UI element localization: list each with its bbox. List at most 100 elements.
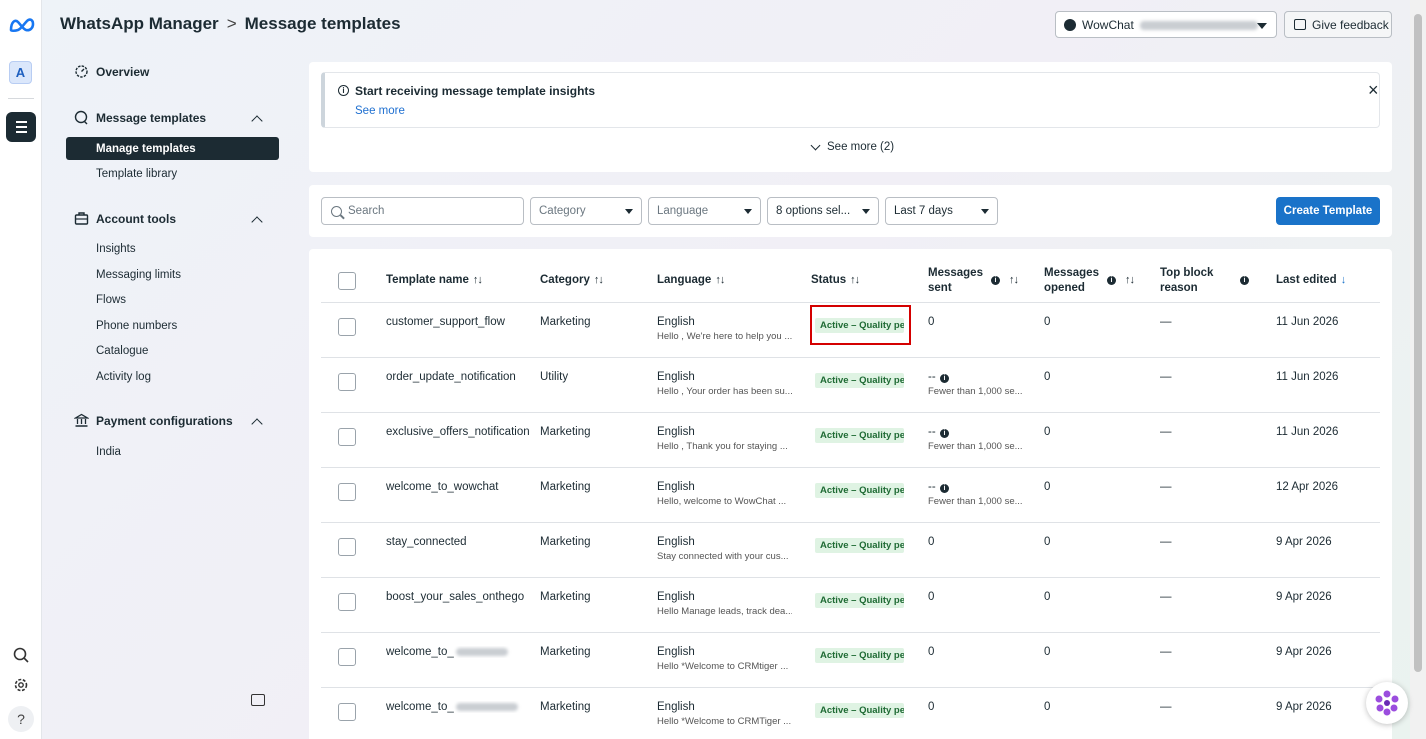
sort-icon[interactable]: ↑↓ — [1009, 274, 1019, 286]
chevron-up-icon[interactable] — [251, 418, 263, 430]
dropdown-label: Last 7 days — [894, 205, 953, 217]
sidebar-item-insights[interactable]: Insights — [96, 243, 136, 255]
menu-icon[interactable] — [6, 112, 36, 142]
block-reason-cell: — — [1160, 481, 1172, 493]
table-row[interactable]: welcome_to_ Marketing English Hello *Welcom… — [309, 688, 1392, 739]
template-preview: Stay connected with your cus... — [657, 551, 789, 562]
create-template-button[interactable]: Create Template — [1276, 197, 1380, 225]
sort-descending-icon[interactable]: ↓ — [1341, 274, 1346, 286]
template-name-link[interactable]: boost_your_sales_onthego — [386, 591, 536, 603]
collapse-sidebar-icon[interactable] — [251, 694, 265, 706]
info-icon[interactable]: i — [1240, 276, 1249, 285]
info-icon[interactable]: i — [940, 429, 949, 438]
column-status[interactable]: Status ↑↓ — [811, 273, 860, 288]
template-preview: Hello , We're here to help you ... — [657, 331, 792, 342]
search-icon[interactable] — [12, 646, 30, 664]
row-checkbox[interactable] — [338, 648, 356, 666]
last-edited-cell: 9 Apr 2026 — [1276, 701, 1332, 713]
info-icon[interactable]: i — [1107, 276, 1116, 285]
sidebar-item-phone-numbers[interactable]: Phone numbers — [96, 320, 177, 332]
template-name-link[interactable]: welcome_to_ — [386, 701, 536, 713]
sort-icon[interactable]: ↑↓ — [850, 274, 860, 286]
template-name-link[interactable]: welcome_to_ — [386, 646, 536, 658]
table-row[interactable]: welcome_to_ Marketing English Hello *Welcom… — [309, 633, 1392, 688]
column-messages-opened[interactable]: Messages opened — [1044, 266, 1099, 296]
row-checkbox[interactable] — [338, 373, 356, 391]
template-name-link[interactable]: order_update_notification — [386, 371, 536, 383]
sort-icon[interactable]: ↑↓ — [715, 274, 725, 286]
info-icon[interactable]: i — [940, 484, 949, 493]
template-preview: Hello, welcome to WowChat ... — [657, 496, 787, 507]
row-checkbox[interactable] — [338, 428, 356, 446]
account-selector[interactable]: WowChat — [1055, 11, 1277, 38]
meta-logo-icon[interactable] — [8, 16, 36, 34]
chevron-up-icon[interactable] — [251, 115, 263, 127]
sidebar-item-messaging-limits[interactable]: Messaging limits — [96, 269, 181, 281]
table-row[interactable]: exclusive_offers_notification Marketing En… — [309, 413, 1392, 468]
select-all-checkbox[interactable] — [338, 272, 356, 290]
column-last-edited[interactable]: Last edited ↓ — [1276, 273, 1346, 288]
template-preview: Hello *Welcome to CRMtiger ... — [657, 661, 789, 672]
row-checkbox[interactable] — [338, 483, 356, 501]
sidebar-item-india[interactable]: India — [96, 446, 121, 458]
template-preview: Hello Manage leads, track dea... — [657, 606, 792, 617]
column-top-block-reason[interactable]: Top block reason — [1160, 266, 1213, 296]
dashboard-icon — [75, 65, 88, 78]
sidebar-item-template-library[interactable]: Template library — [96, 168, 177, 180]
messages-opened-cell: 0 — [1044, 316, 1051, 328]
messages-sent-cell: -- — [928, 481, 936, 493]
close-icon[interactable]: × — [1368, 81, 1379, 99]
table-row[interactable]: boost_your_sales_onthego Marketing English… — [309, 578, 1392, 633]
info-icon[interactable]: i — [991, 276, 1000, 285]
chevron-down-icon — [810, 140, 821, 151]
table-row[interactable]: stay_connected Marketing English Stay conne… — [309, 523, 1392, 578]
assistant-button[interactable] — [1366, 682, 1408, 724]
template-name-link[interactable]: welcome_to_wowchat — [386, 481, 536, 493]
template-name-link[interactable]: stay_connected — [386, 536, 536, 548]
chevron-up-icon[interactable] — [251, 216, 263, 228]
category-dropdown[interactable]: Category — [530, 197, 642, 225]
column-messages-sent[interactable]: Messages sent — [928, 266, 983, 296]
chat-bubble-icon — [74, 110, 88, 125]
account-avatar[interactable]: A — [9, 61, 32, 84]
row-checkbox[interactable] — [338, 703, 356, 721]
table-row[interactable]: order_update_notification Utility English H… — [309, 358, 1392, 413]
bank-icon — [74, 413, 89, 427]
sort-messages-sent[interactable]: ↑↓ — [1005, 273, 1019, 288]
category-cell: Marketing — [540, 316, 591, 328]
row-checkbox[interactable] — [338, 318, 356, 336]
app-name[interactable]: WhatsApp Manager — [60, 14, 219, 33]
row-checkbox[interactable] — [338, 538, 356, 556]
template-name-link[interactable]: customer_support_flow — [386, 316, 536, 328]
see-more-link[interactable]: See more — [355, 105, 405, 117]
sidebar-item-flows[interactable]: Flows — [96, 294, 126, 306]
see-more-expand-button[interactable]: See more (2) — [809, 140, 894, 153]
caret-down-icon — [625, 209, 633, 214]
template-name-link[interactable]: exclusive_offers_notification — [386, 426, 536, 438]
help-icon[interactable]: ? — [8, 706, 34, 732]
sidebar-item-activity-log[interactable]: Activity log — [96, 371, 151, 383]
scrollbar[interactable] — [1410, 0, 1426, 739]
sort-icon[interactable]: ↑↓ — [594, 274, 604, 286]
give-feedback-button[interactable]: Give feedback — [1284, 11, 1392, 38]
sidebar-item-catalogue[interactable]: Catalogue — [96, 345, 148, 357]
column-category[interactable]: Category ↑↓ — [540, 273, 604, 288]
date-range-dropdown[interactable]: Last 7 days — [885, 197, 998, 225]
info-icon[interactable]: i — [940, 374, 949, 383]
row-checkbox[interactable] — [338, 593, 356, 611]
table-row[interactable]: welcome_to_wowchat Marketing English Hello,… — [309, 468, 1392, 523]
messages-opened-cell: 0 — [1044, 591, 1051, 603]
column-template-name[interactable]: Template name ↑↓ — [386, 273, 483, 288]
search-input[interactable]: Search — [321, 197, 524, 225]
sort-icon[interactable]: ↑↓ — [473, 274, 483, 286]
language-dropdown[interactable]: Language — [648, 197, 761, 225]
sort-messages-opened[interactable]: ↑↓ — [1121, 273, 1135, 288]
messages-sent-note: Fewer than 1,000 se... — [928, 386, 1023, 397]
breadcrumb: WhatsApp Manager > Message templates — [60, 14, 401, 34]
sort-icon[interactable]: ↑↓ — [1125, 274, 1135, 286]
gear-icon[interactable] — [12, 676, 30, 694]
scrollbar-thumb[interactable] — [1414, 14, 1422, 672]
column-language[interactable]: Language ↑↓ — [657, 273, 725, 288]
sidebar-item-manage-templates[interactable]: Manage templates — [66, 137, 279, 160]
status-dropdown[interactable]: 8 options sel... — [767, 197, 879, 225]
